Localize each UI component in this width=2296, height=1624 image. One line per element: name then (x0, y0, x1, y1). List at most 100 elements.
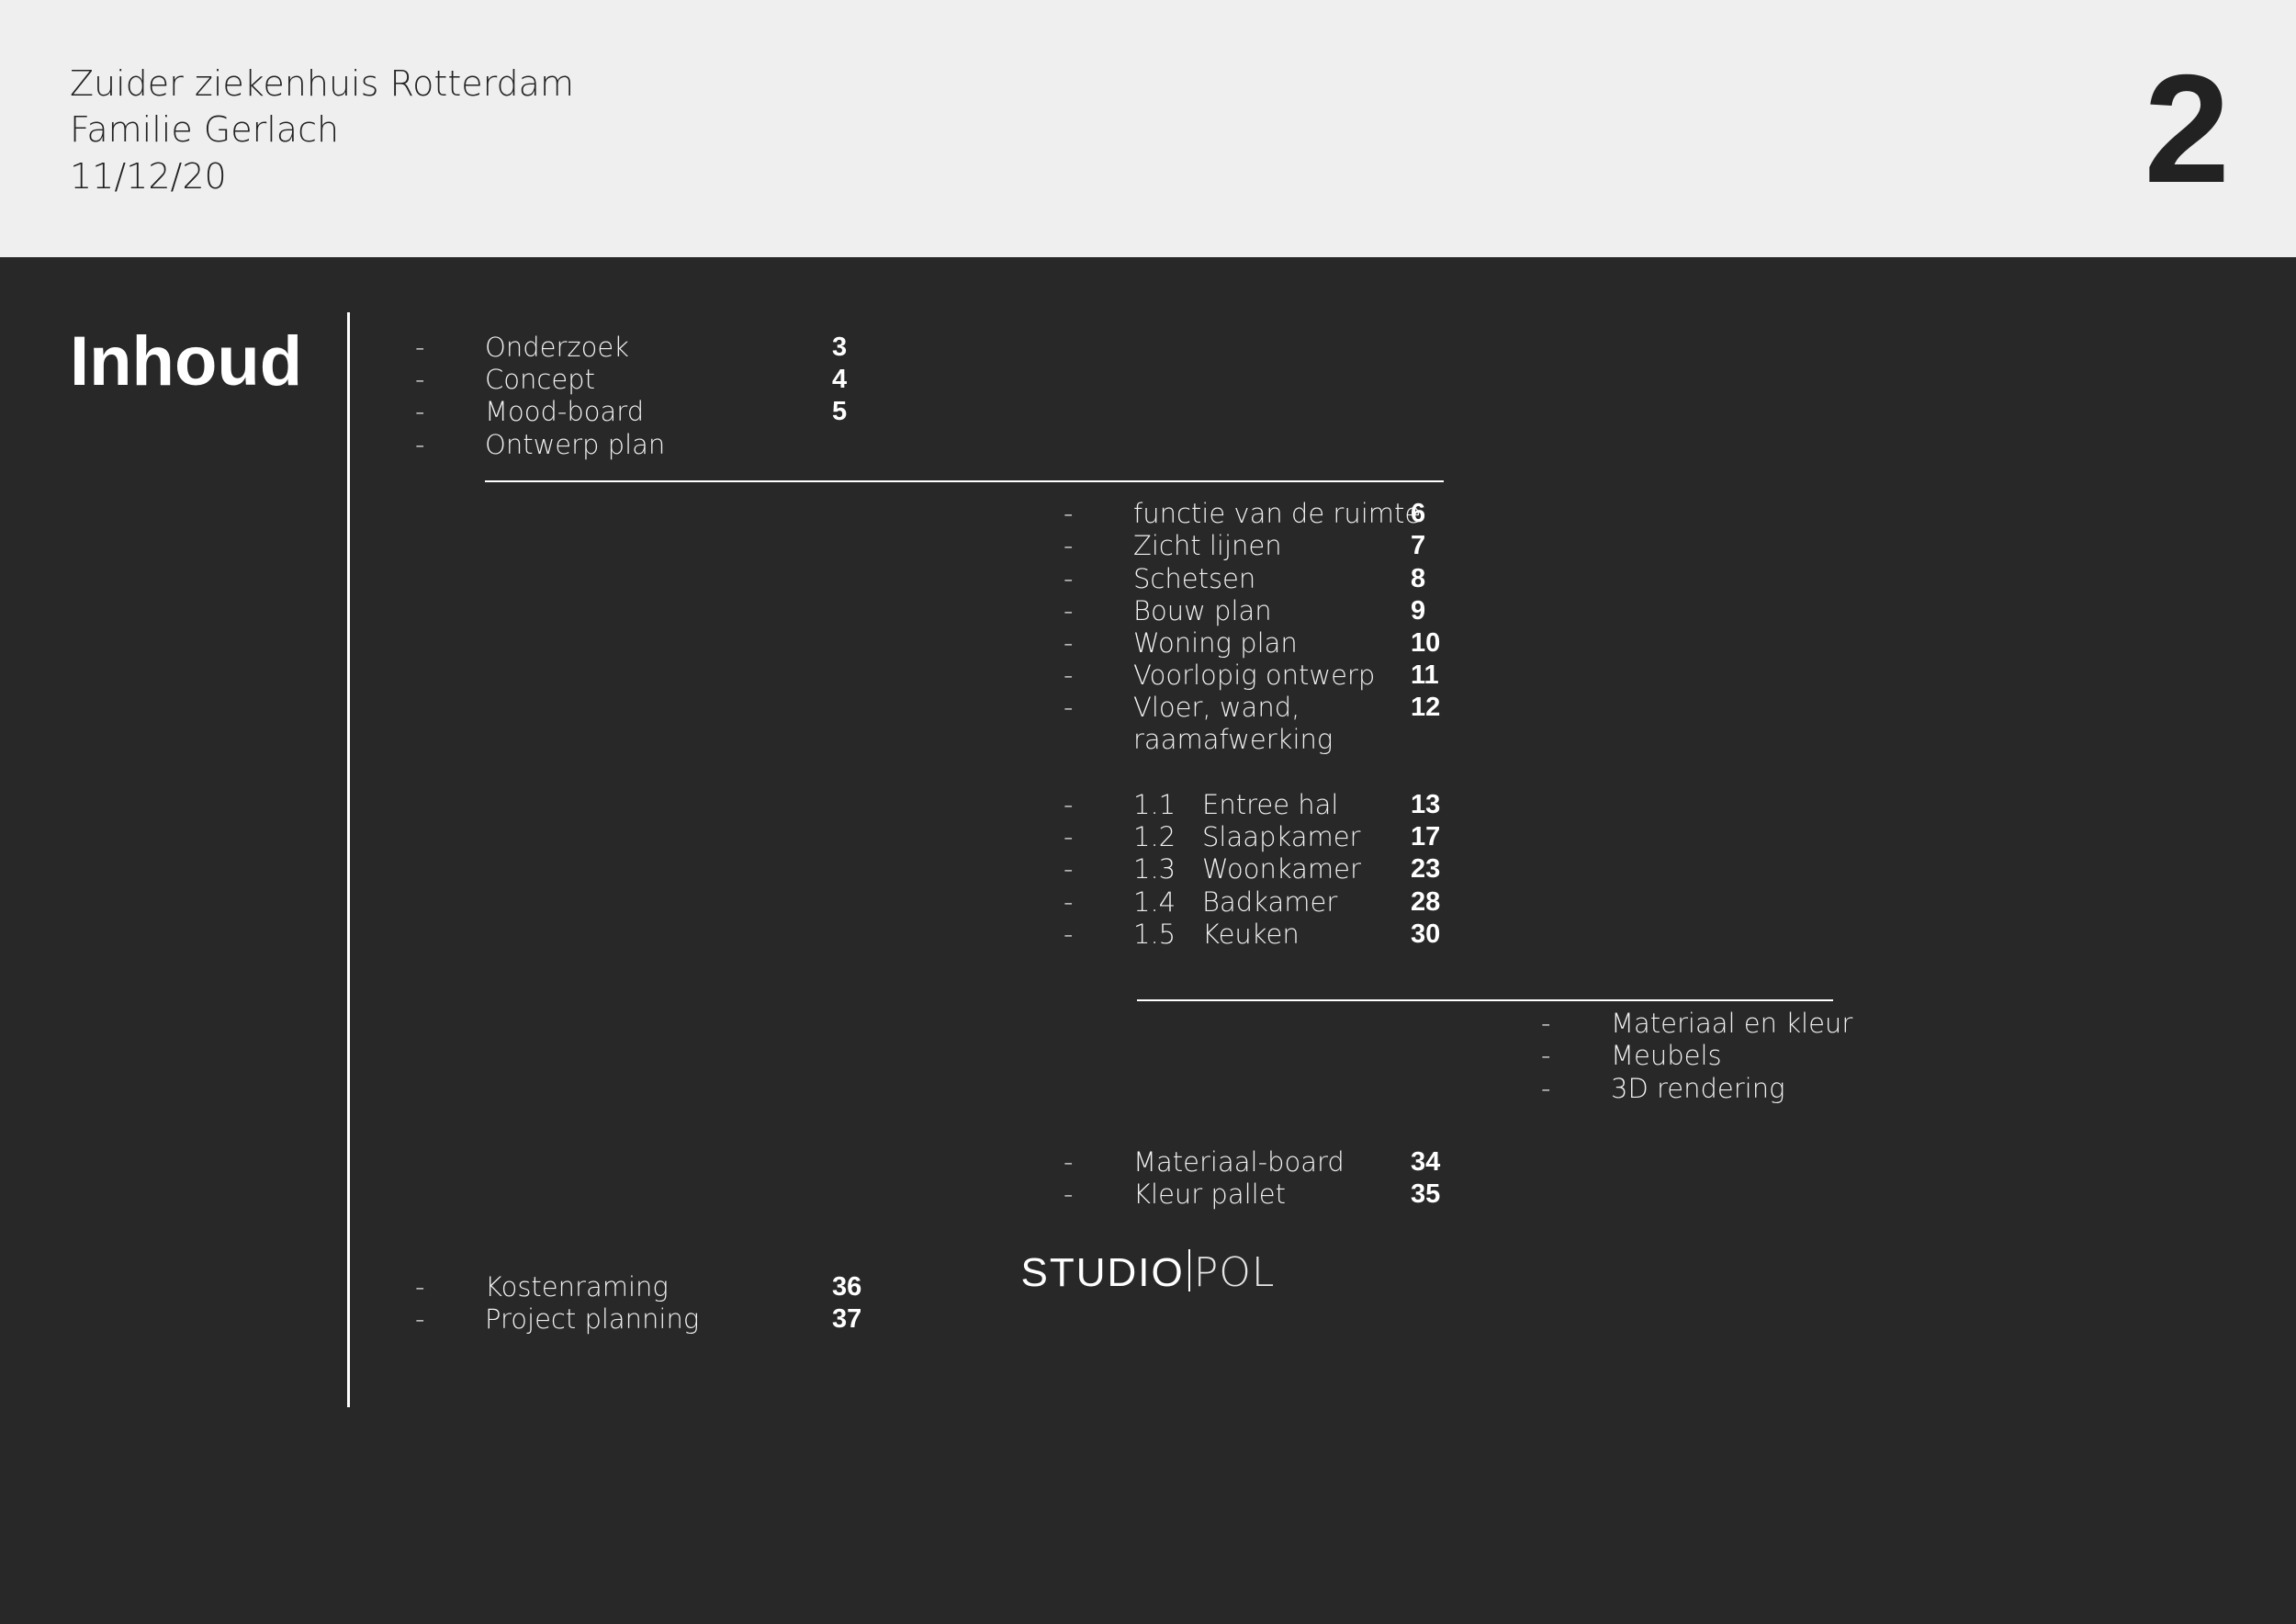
toc-page-number: 35 (1411, 1179, 1441, 1209)
toc-entry: - Bouw plan 9 (1064, 594, 1468, 627)
toc-page-number: 6 (1411, 499, 1426, 528)
logo-wordmark-left: STUDIO (1020, 1250, 1185, 1295)
page-number: 2 (2144, 42, 2230, 215)
toc-label: Onderzoek (485, 332, 629, 363)
section-rule (1137, 999, 1833, 1001)
toc-page-number: 13 (1411, 790, 1441, 819)
bullet-dash: - (1064, 919, 1074, 950)
toc-label: Bouw plan (1133, 595, 1272, 626)
toc-page-number: 30 (1411, 919, 1441, 949)
toc-entry: - Mood-board 5 (415, 395, 966, 428)
page-title: Inhoud (70, 322, 303, 400)
toc-entry: - 1.1 Entree hal 13 (1064, 788, 1468, 821)
bullet-dash: - (1064, 660, 1074, 691)
bullet-dash: - (1064, 498, 1074, 529)
toc-entry: - Meubels (1541, 1039, 1835, 1072)
toc-page-number: 12 (1411, 693, 1441, 722)
toc-label: Woning plan (1133, 627, 1298, 659)
toc-page-number: 5 (832, 397, 848, 426)
toc-entry: - Project planning 37 (415, 1303, 966, 1336)
toc-page-number: 4 (832, 365, 848, 394)
toc-entry: - Schetsen 8 (1064, 562, 1468, 595)
bullet-dash: - (1064, 692, 1074, 723)
toc-entry-continuation: raamafwerking (1064, 723, 1468, 756)
toc-label: Badkamer (1202, 886, 1338, 918)
toc-label: raamafwerking (1133, 724, 1334, 755)
toc-entry: - Materiaal en kleur (1541, 1007, 1852, 1040)
bullet-dash: - (1541, 1073, 1551, 1104)
toc-label: Ontwerp plan (485, 429, 666, 460)
bullet-dash: - (415, 332, 425, 363)
toc-label: Entree hal (1202, 789, 1339, 820)
toc-label: Slaapkamer (1202, 821, 1361, 852)
toc-label: Materiaal en kleur (1611, 1008, 1853, 1039)
toc-entry: - 1.5 Keuken 30 (1064, 918, 1468, 951)
toc-label: Mood-board (485, 396, 645, 427)
client-name: Familie Gerlach (70, 109, 340, 150)
toc-entry: - Onderzoek 3 (415, 331, 966, 364)
project-title: Zuider ziekenhuis Rotterdam (70, 63, 574, 104)
bullet-dash: - (1064, 530, 1074, 561)
toc-label: Concept (485, 364, 595, 395)
toc-label: Keuken (1202, 919, 1300, 950)
section-number: 1.5 (1133, 919, 1176, 950)
toc-page-number: 17 (1411, 822, 1441, 851)
toc-page-number: 34 (1411, 1147, 1441, 1177)
toc-label: Kleur pallet (1133, 1179, 1286, 1210)
section-rule (485, 480, 1444, 482)
toc-label: Project planning (485, 1303, 700, 1335)
bullet-dash: - (1064, 789, 1074, 820)
toc-page-number: 28 (1411, 887, 1441, 917)
toc-label: Materiaal-board (1133, 1146, 1345, 1178)
toc-entry: - Concept 4 (415, 363, 966, 396)
section-number: 1.2 (1133, 821, 1176, 852)
bullet-dash: - (1064, 563, 1074, 594)
studio-logo: STUDIO POL (0, 1249, 2296, 1297)
section-number: 1.3 (1133, 853, 1176, 885)
toc-entry: - 1.4 Badkamer 28 (1064, 885, 1468, 919)
toc-label: functie van de ruimte (1133, 498, 1422, 529)
toc-label: Zicht lijnen (1133, 530, 1282, 561)
toc-entry: - functie van de ruimte 6 (1064, 497, 1468, 530)
toc-page-number: 11 (1411, 660, 1439, 690)
toc-entry: - Voorlopig ontwerp 11 (1064, 659, 1468, 692)
bullet-dash: - (1064, 1179, 1074, 1210)
toc-label: Woonkamer (1202, 853, 1361, 885)
toc-page-number: 8 (1411, 564, 1426, 593)
toc-entry: - Kleur pallet 35 (1064, 1178, 1468, 1211)
bullet-dash: - (1064, 853, 1074, 885)
bullet-dash: - (1541, 1008, 1551, 1039)
toc-entry: - Woning plan 10 (1064, 626, 1468, 660)
bullet-dash: - (415, 1303, 425, 1335)
bullet-dash: - (1064, 595, 1074, 626)
section-number: 1.1 (1133, 789, 1176, 820)
vertical-divider (347, 312, 350, 1407)
toc-entry: - Zicht lijnen 7 (1064, 529, 1468, 562)
bullet-dash: - (1064, 886, 1074, 918)
toc-page-number: 37 (832, 1304, 862, 1334)
toc-label: Schetsen (1133, 563, 1256, 594)
toc-page-number: 7 (1411, 531, 1426, 560)
toc-entry: - 3D rendering (1541, 1072, 1835, 1105)
document-date: 11/12/20 (70, 156, 227, 197)
toc-page-number: 9 (1411, 596, 1426, 626)
contents-panel: Inhoud - Onderzoek 3 - Concept 4 - Mood-… (0, 257, 2296, 1624)
bullet-dash: - (415, 364, 425, 395)
toc-entry: - Ontwerp plan (415, 428, 966, 461)
toc-entry: - 1.3 Woonkamer 23 (1064, 852, 1468, 885)
toc-label: Voorlopig ontwerp (1133, 660, 1376, 691)
toc-page-number: 3 (832, 333, 848, 362)
toc-label: Vloer, wand, (1133, 692, 1300, 723)
bullet-dash: - (1064, 627, 1074, 659)
bullet-dash: - (1064, 821, 1074, 852)
toc-label: 3D rendering (1611, 1073, 1785, 1104)
page-header: Zuider ziekenhuis Rotterdam Familie Gerl… (0, 0, 2296, 257)
toc-entry: - Vloer, wand, 12 (1064, 691, 1468, 724)
bullet-dash: - (1541, 1040, 1551, 1071)
toc-page-number: 23 (1411, 854, 1441, 884)
toc-label: Meubels (1611, 1040, 1722, 1071)
bullet-dash: - (415, 429, 425, 460)
section-number: 1.4 (1133, 886, 1176, 918)
logo-divider (1187, 1249, 1190, 1291)
bullet-dash: - (1064, 1146, 1074, 1178)
